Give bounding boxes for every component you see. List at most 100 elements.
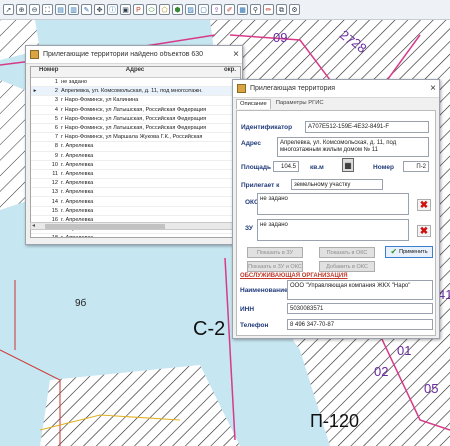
row-address: г. Апрелевка [61,207,94,214]
attached-to-field[interactable]: земельному участку [291,179,383,190]
row-address: г Наро-Фоминск, ул Латышская, Российская… [61,106,207,113]
area-label: Площадь [241,164,271,171]
table-row[interactable]: 3г Наро-Фоминск, ул Калинина3 [31,96,240,106]
layer-edit-icon[interactable]: ✎ [81,4,92,15]
row-address: г Наро-Фоминск, ул Латышская, Российская… [61,115,207,122]
table-header: Номер Адрес окр. [31,67,240,78]
polygon-icon[interactable]: ⬠ [159,4,170,15]
row-number: 5 [54,115,58,122]
filter-icon[interactable]: ⚲ [250,4,261,15]
show-oks-button[interactable]: Показать в ОКС [319,247,375,258]
table-icon[interactable]: ▦ [237,4,248,15]
row-number: 2 [54,88,58,95]
zoom-extent-icon[interactable]: ⛶ [42,4,53,15]
org-name-field[interactable]: ООО "Управляющая компания ЖКХ "Наро" [287,280,433,300]
row-number: 6 [54,125,58,132]
number-field[interactable]: П-2 [403,161,429,172]
map-label: 9б [75,298,87,309]
attached-to-label: Прилегает к [241,182,280,189]
row-address: г. Апрелевка [61,170,94,177]
address-field[interactable]: Апрелевка, ул. Комсомольская, д. 11, под… [277,137,429,157]
objects-table: Номер Адрес окр. 1 не задано ▸ 2 Апрелевка, … [30,66,241,238]
tab-rgis-params[interactable]: Параметры РГИС [273,99,327,109]
object-icon[interactable]: ⬢ [172,4,183,15]
row-address: г. Апрелевка [61,198,94,205]
remove-zu-button[interactable]: ✖ [417,225,431,237]
row-address: г. Апрелевка [61,143,94,150]
close-icon[interactable]: × [427,83,439,94]
objects-list-window: Прилегающие территории найдено объектов … [25,45,243,245]
detail-window-title: Прилегающая территория [250,85,336,92]
row-number: 12 [51,180,58,187]
copy-icon[interactable]: ⧉ [276,4,287,15]
settings-icon[interactable]: ⚙ [289,4,300,15]
table-row[interactable]: 8 г. Апрелевка [31,142,240,152]
map-label: С-2 [193,318,226,340]
table-row[interactable]: 15 г. Апрелевка [31,207,240,216]
column-header-number[interactable]: Номер [39,67,61,77]
map-label: 02 [374,364,389,379]
remove-oks-button[interactable]: ✖ [417,199,431,211]
table-row[interactable]: 7г Наро-Фоминск, ул Маршала Жукова Г.К.,… [31,133,240,143]
horizontal-scrollbar[interactable]: ◂ ▸ [30,222,239,230]
table-row[interactable]: 11 г. Апрелевка [31,170,240,180]
cursor-icon[interactable]: ➚ [3,4,14,15]
measure-icon[interactable]: ⬭ [146,4,157,15]
table-row[interactable]: 9 г. Апрелевка [31,152,240,161]
layer-icon[interactable]: ▤ [55,4,66,15]
map-label: П-120 [310,411,359,431]
show-zu-oks-button[interactable]: Показать в ЗУ и ОКС [247,261,303,272]
row-address: г Наро-Фоминск, ул Маршала Жукова Г.К., … [61,134,203,141]
column-header-extra[interactable]: окр. [209,67,239,77]
frame-icon[interactable]: ▢ [198,4,209,15]
row-address: г. Апрелевка [61,189,94,196]
pen-icon[interactable]: ✐ [224,4,235,15]
edit-icon[interactable]: ✏ [263,4,274,15]
calculator-icon[interactable]: ▦ [342,158,354,172]
table-row[interactable]: 12г. Апрелевка1 [31,179,240,189]
row-number: 13 [51,189,58,196]
detail-window-titlebar[interactable]: Прилегающая территория × [233,80,439,98]
identifier-field[interactable]: A707E512-159E-4E32-8491-F [305,121,429,133]
apply-button[interactable]: ✔ Применить [385,246,433,258]
zu-field[interactable]: не задано [257,219,409,241]
list-window-titlebar[interactable]: Прилегающие территории найдено объектов … [26,46,242,64]
table-row[interactable]: 6г Наро-Фоминск, ул Латышская, Российска… [31,124,240,134]
current-row-arrow-icon: ▸ [33,88,37,95]
zoom-in-icon[interactable]: ⊕ [16,4,27,15]
phone-field[interactable]: 8 496 347-70-87 [287,319,433,330]
table-row[interactable]: 10г. Апрелевка3 [31,161,240,170]
table-row[interactable]: ▸ 2 Апрелевка, ул. Комсомольская, д. 11, п… [31,87,240,97]
table-row[interactable]: 1 не задано [31,78,240,88]
map-label: 01 [397,343,412,358]
row-address: г. Апрелевка [61,161,94,168]
row-number: 18 [39,235,61,237]
table-row[interactable]: 13 г. Апрелевка [31,188,240,198]
identify-icon[interactable]: ⓘ [107,4,118,15]
pan-icon[interactable]: ✥ [94,4,105,15]
area-field[interactable]: 104.5 [273,161,299,172]
zoom-out-icon[interactable]: ⊖ [29,4,40,15]
table-row[interactable]: 4г Наро-Фоминск, ул Латышская, Российска… [31,106,240,115]
image-icon[interactable]: ▨ [185,4,196,15]
scroll-left-icon[interactable]: ◂ [32,222,35,229]
select-icon[interactable]: ▣ [120,4,131,15]
inn-label: ИНН [240,306,255,313]
pdf-icon[interactable]: P [133,4,144,15]
tab-bar: Описание Параметры РГИС [236,99,327,109]
inn-field[interactable]: 5030083571 [287,303,433,314]
table-row[interactable]: 18г. Апрелевка [31,234,240,237]
close-icon[interactable]: × [230,49,242,60]
table-row[interactable]: 14 г. Апрелевка [31,197,240,207]
oks-field[interactable]: не задано [257,193,409,215]
row-address: г Наро-Фоминск, ул Латышская, Российская… [61,125,207,132]
scrollbar-thumb[interactable] [45,224,165,229]
export-icon[interactable]: ⇪ [211,4,222,15]
table-row[interactable]: 5г Наро-Фоминск, ул Латышская, Российска… [31,115,240,124]
tab-description[interactable]: Описание [236,99,271,109]
column-header-address[interactable]: Адрес [61,67,209,77]
layer-add-icon[interactable]: ▥ [68,4,79,15]
show-zu-button[interactable]: Показать в ЗУ [247,247,303,258]
map-label: 05 [424,381,439,396]
add-oks-button[interactable]: Добавить в ОКС [319,261,375,272]
